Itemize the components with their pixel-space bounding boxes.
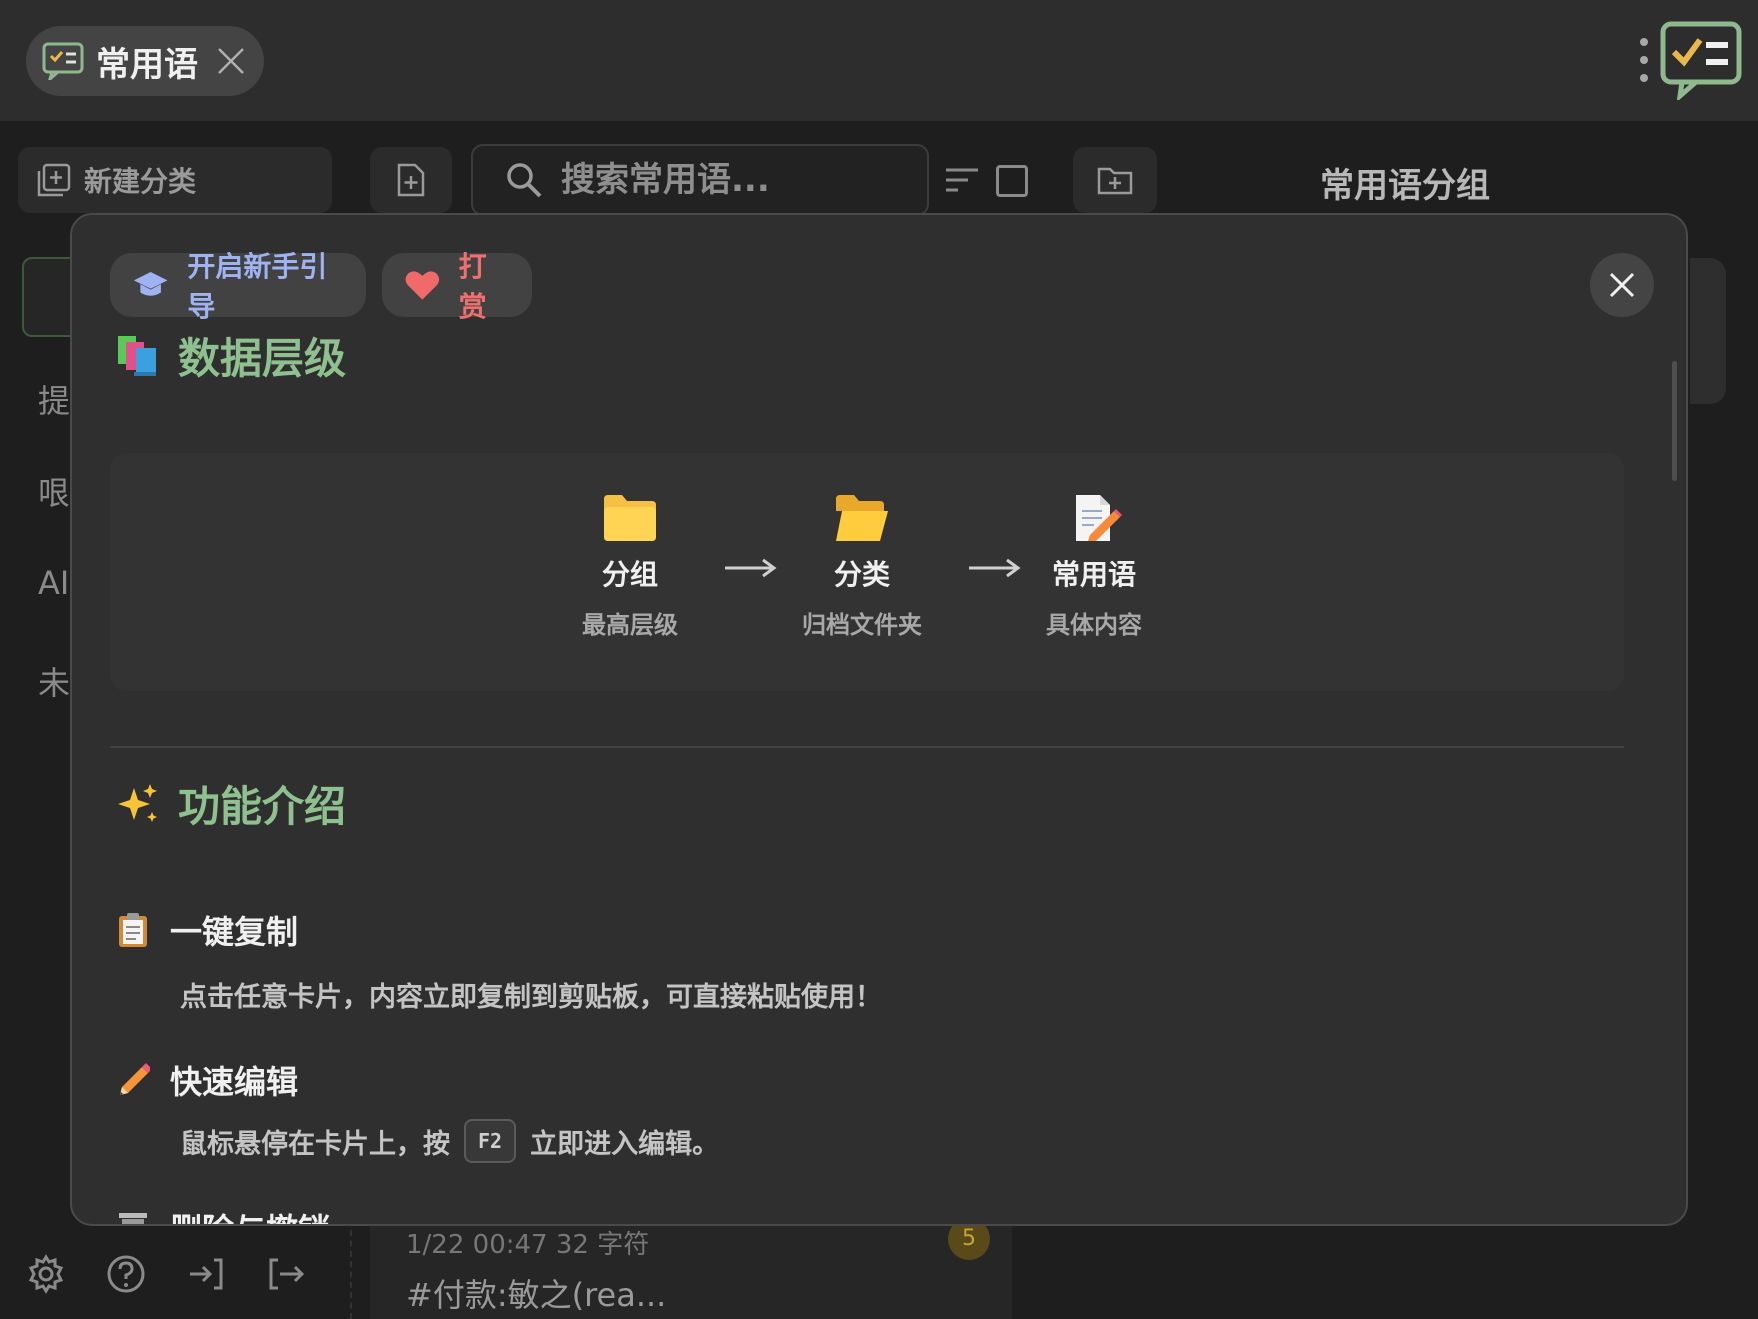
- feature-quick-edit: 快速编辑: [116, 1057, 298, 1103]
- sort-icon[interactable]: [944, 166, 980, 194]
- clipboard-icon: [119, 913, 147, 947]
- help-icon[interactable]: [106, 1254, 146, 1294]
- tab-phrases[interactable]: 常用语: [26, 26, 264, 96]
- title-bar: 常用语: [0, 0, 1758, 121]
- add-folder-icon: [1097, 167, 1133, 195]
- hierarchy-title: 数据层级: [178, 334, 347, 383]
- hierarchy-node-group: 分组 最高层级: [540, 493, 720, 653]
- sidebar-item-label[interactable]: 哏: [38, 468, 70, 514]
- phrase-card-meta: 1/22 00:47 32 字符: [406, 1230, 650, 1260]
- tab-title: 常用语: [96, 44, 198, 85]
- section-divider: [110, 746, 1624, 748]
- export-icon[interactable]: [266, 1254, 306, 1294]
- sparkles-icon: [118, 783, 157, 822]
- import-icon[interactable]: [186, 1254, 226, 1294]
- select-all-checkbox[interactable]: [996, 165, 1028, 197]
- donate-label: 打赏: [458, 250, 487, 323]
- feature-one-click-copy: 一键复制: [116, 907, 298, 953]
- hierarchy-node-name: 分类: [833, 558, 890, 591]
- hierarchy-node-category: 分类 归档文件夹: [772, 493, 952, 653]
- add-category-icon: [37, 163, 71, 197]
- close-icon[interactable]: [214, 44, 248, 78]
- features-section-title: 功能介绍: [116, 773, 346, 834]
- add-phrase-button[interactable]: [370, 147, 452, 213]
- group-panel-title: 常用语分组: [1320, 166, 1490, 206]
- help-modal: 开启新手引导 打赏 数据层级 分组 最高层级 分类 归档文件夹 常用语 具体内容…: [70, 213, 1688, 1226]
- app-logo-icon: [1660, 21, 1742, 100]
- gear-icon[interactable]: [26, 1254, 66, 1294]
- feature-name: 快速编辑: [170, 1063, 299, 1101]
- new-category-label: 新建分类: [84, 165, 197, 198]
- feature-delete-undo: 删除与撤销: [116, 1205, 330, 1224]
- close-icon: [1609, 272, 1635, 298]
- hierarchy-node-phrase: 常用语 具体内容: [1004, 493, 1184, 653]
- hierarchy-section-title: 数据层级: [116, 325, 346, 386]
- feature-desc-text: 点击任意卡片，内容立即复制到剪贴板，可直接粘贴使用！: [180, 982, 882, 1013]
- hierarchy-node-sub: 最高层级: [582, 611, 678, 639]
- feature-desc-text: 立即进入编辑。: [530, 1128, 720, 1160]
- donate-button[interactable]: 打赏: [382, 250, 532, 323]
- search-box[interactable]: [471, 144, 929, 216]
- group-card[interactable]: [1690, 258, 1726, 404]
- footer-toolbar: [26, 1254, 306, 1294]
- feature-desc: 鼠标悬停在卡片上，按 F2 立即进入编辑。: [180, 1119, 719, 1163]
- modal-scrollbar[interactable]: [1672, 361, 1677, 481]
- sidebar-item-label[interactable]: 未: [38, 658, 70, 704]
- feature-name: 删除与撤销: [170, 1205, 330, 1224]
- add-file-icon: [397, 163, 425, 197]
- add-group-button[interactable]: [1073, 147, 1157, 213]
- arrow-right-icon: [725, 558, 777, 578]
- phrase-check-icon: [42, 42, 84, 80]
- hierarchy-node-name: 常用语: [1051, 558, 1136, 591]
- hierarchy-node-sub: 归档文件夹: [802, 611, 922, 639]
- hierarchy-node-name: 分组: [601, 558, 658, 591]
- memo-icon: [1076, 495, 1122, 541]
- heart-icon: [405, 271, 440, 300]
- panel-divider: [350, 1230, 352, 1319]
- books-icon: [118, 335, 156, 376]
- start-guide-label: 开启新手引导: [187, 250, 328, 323]
- f2-key-badge: F2: [464, 1119, 517, 1163]
- features-title: 功能介绍: [178, 782, 347, 831]
- sidebar-item-label[interactable]: 提: [38, 376, 70, 422]
- pencil-icon: [120, 1063, 150, 1095]
- graduation-cap-icon: [133, 271, 168, 296]
- hierarchy-node-sub: 具体内容: [1046, 611, 1142, 639]
- feature-name: 一键复制: [170, 913, 299, 951]
- search-input[interactable]: [561, 160, 921, 200]
- hierarchy-diagram: 分组 最高层级 分类 归档文件夹 常用语 具体内容: [110, 453, 1624, 691]
- trash-icon: [119, 1213, 147, 1224]
- open-folder-icon: [836, 495, 888, 541]
- feature-desc: 点击任意卡片，内容立即复制到剪贴板，可直接粘贴使用！: [180, 975, 882, 1014]
- phrase-card-text: #付款:敏之(rea...: [406, 1276, 667, 1314]
- new-category-button[interactable]: 新建分类: [18, 147, 332, 213]
- start-guide-button[interactable]: 开启新手引导: [110, 250, 366, 323]
- modal-close-button[interactable]: [1590, 253, 1654, 317]
- folder-icon: [604, 495, 656, 541]
- more-menu-icon[interactable]: [1634, 36, 1654, 84]
- feature-desc-text: 鼠标悬停在卡片上，按: [180, 1128, 450, 1160]
- search-icon: [507, 163, 542, 198]
- sidebar-item-label[interactable]: AI: [38, 564, 69, 602]
